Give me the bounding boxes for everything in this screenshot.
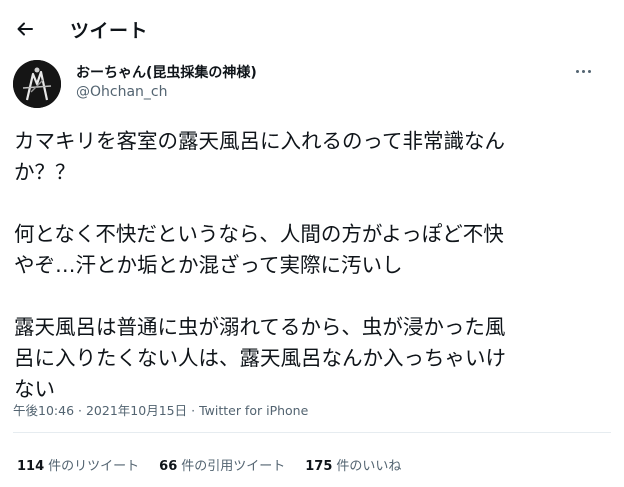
quote-count: 66 (159, 459, 178, 474)
quote-label: 件の引用ツイート (181, 459, 286, 474)
retweet-label: 件のリツイート (48, 459, 140, 474)
tweet-text: カマキリを客室の露天風呂に入れるのって非常識なん か？？ 何となく不快だというな… (14, 126, 614, 405)
back-button[interactable] (12, 16, 38, 42)
meta-separator: · (78, 403, 82, 418)
quotes-stat[interactable]: 66 件の引用ツイート (159, 455, 285, 474)
divider (13, 432, 611, 433)
retweet-count: 114 (17, 459, 45, 474)
tweet-line: やぞ…汗とか垢とか混ざって実際に汚いし (14, 253, 403, 277)
more-dots-icon (575, 69, 579, 73)
more-options-button[interactable] (572, 64, 594, 78)
meta-separator: · (191, 403, 196, 418)
page-title: ツイート (70, 20, 149, 42)
author-handle[interactable]: @Ohchan_ch (76, 84, 168, 100)
tweet-line: 何となく不快だというなら、人間の方がよっぽど不快 (14, 222, 504, 246)
tweet-line: か？？ (14, 160, 76, 184)
tweet-date[interactable]: 2021年10月15日 (86, 403, 187, 418)
tweet-line: 露天風呂は普通に虫が溺れてるから、虫が浸かった風 (14, 315, 506, 339)
like-count: 175 (305, 459, 333, 474)
tweet-stats: 114 件のリツイート 66 件の引用ツイート 175 件のいいね (17, 455, 401, 474)
like-label: 件のいいね (336, 459, 402, 474)
avatar-silhouette-icon (13, 60, 61, 108)
avatar[interactable] (13, 60, 61, 108)
likes-stat[interactable]: 175 件のいいね (305, 455, 401, 474)
top-bar: ツイート (0, 0, 624, 58)
tweet-line: カマキリを客室の露天風呂に入れるのって非常識なん (14, 129, 505, 153)
author-display-name[interactable]: おーちゃん(昆虫採集の神様) (76, 62, 257, 82)
tweet-meta: 午後10:46 · 2021年10月15日 · Twitter for iPho… (13, 400, 308, 419)
tweet-time[interactable]: 午後10:46 (13, 403, 74, 418)
arrow-left-icon (17, 22, 33, 36)
retweets-stat[interactable]: 114 件のリツイート (17, 455, 139, 474)
tweet-source[interactable]: Twitter for iPhone (199, 403, 308, 418)
tweet-line: 呂に入りたくない人は、露天風呂なんか入っちゃいけ (14, 346, 506, 370)
